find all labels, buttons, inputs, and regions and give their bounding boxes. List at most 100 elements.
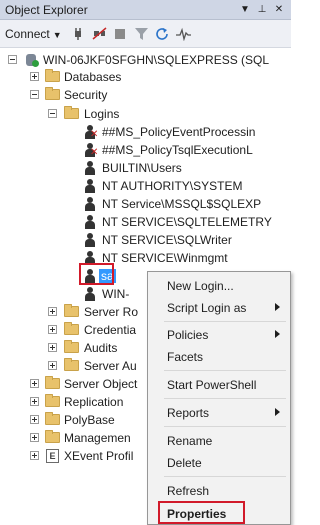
tree-node-security[interactable]: Security [0,86,291,104]
login-label: BUILTIN\Users [102,161,182,175]
expand-toggle[interactable] [30,397,39,406]
login-label: ##MS_PolicyEventProcessin [102,125,256,139]
filter-icon[interactable] [134,27,149,41]
collapse-toggle[interactable] [8,55,17,64]
login-label: NT SERVICE\SQLTELEMETRY [102,215,272,229]
tree-node-logins[interactable]: Logins [0,105,291,123]
close-icon[interactable]: ✕ [272,2,286,17]
context-menu: New Login... Script Login as Policies Fa… [147,271,291,525]
disabled-user-icon: ✕ [83,125,98,140]
menu-item-policies[interactable]: Policies [148,324,290,346]
plug-icon[interactable] [72,27,87,41]
menu-separator [164,321,286,322]
object-explorer-toolbar: Connect ▼ [0,20,291,48]
collapse-toggle[interactable] [48,109,57,118]
activity-monitor-icon[interactable] [176,27,191,41]
stop-icon[interactable] [113,27,128,41]
expand-toggle[interactable] [48,361,57,370]
group-user-icon [83,161,97,175]
tree-node-server[interactable]: WIN-06JKF0SFGHN\SQLEXPRESS (SQL [0,51,291,69]
highlight-box-sa [79,263,114,285]
submenu-arrow-icon [275,330,280,338]
folder-icon [45,376,60,389]
disconnect-icon[interactable] [92,27,107,41]
menu-separator [164,426,286,427]
node-label: Credentia [84,323,137,337]
refresh-icon[interactable] [155,27,170,41]
menu-item-script-login-as[interactable]: Script Login as [148,297,290,319]
menu-item-facets[interactable]: Facets [148,346,290,368]
menu-separator [164,476,286,477]
menu-item-new-login[interactable]: New Login... [148,275,290,297]
menu-item-refresh[interactable]: Refresh [148,480,290,502]
node-label: Managemen [64,431,131,445]
menu-item-label: Facets [167,350,204,364]
login-label: NT SERVICE\SQLWriter [102,233,232,247]
menu-item-label: Script Login as [167,301,247,315]
folder-icon [64,106,79,119]
folder-icon [45,69,60,82]
expand-toggle[interactable] [30,379,39,388]
tree-node-databases[interactable]: Databases [0,68,291,86]
folder-icon [64,322,79,335]
logins-label: Logins [84,107,120,121]
menu-item-delete[interactable]: Delete [148,452,290,474]
pin-icon[interactable]: ⊥ [255,2,269,17]
user-icon [83,197,97,211]
xevent-icon: E [46,449,59,463]
menu-item-reports[interactable]: Reports [148,402,290,424]
collapse-toggle[interactable] [30,90,39,99]
server-label: WIN-06JKF0SFGHN\SQLEXPRESS (SQL [43,53,270,67]
menu-item-rename[interactable]: Rename [148,430,290,452]
node-label: Replication [64,395,124,409]
login-item[interactable]: NT Service\MSSQL$SQLEXP [0,195,291,213]
node-label: Server Object [64,377,138,391]
menu-item-label: Reports [167,406,210,420]
submenu-arrow-icon [275,303,280,311]
menu-item-label: New Login... [167,279,234,293]
node-label: XEvent Profil [64,449,134,463]
node-label: PolyBase [64,413,115,427]
folder-icon [64,304,79,317]
login-item[interactable]: NT SERVICE\Winmgmt [0,249,291,267]
login-item[interactable]: BUILTIN\Users [0,159,291,177]
server-icon [25,53,39,67]
disabled-user-icon: ✕ [83,143,98,158]
user-icon [83,215,97,229]
expand-toggle[interactable] [30,433,39,442]
menu-item-label: Refresh [167,484,210,498]
window-position-dropdown-icon[interactable]: ▼ [238,2,252,17]
expand-toggle[interactable] [30,451,39,460]
menu-item-start-powershell[interactable]: Start PowerShell [148,374,290,396]
login-label: NT AUTHORITY\SYSTEM [102,179,243,193]
user-icon [83,233,97,247]
menu-separator [164,370,286,371]
connect-label: Connect [5,27,50,41]
connect-button[interactable]: Connect ▼ [5,27,62,41]
node-label: Audits [84,341,118,355]
login-item[interactable]: ✕ ##MS_PolicyTsqlExecutionL [0,141,291,159]
folder-icon [64,340,79,353]
login-item[interactable]: NT SERVICE\SQLWriter [0,231,291,249]
menu-item-label: Start PowerShell [167,378,257,392]
expand-toggle[interactable] [48,325,57,334]
node-label: Server Ro [84,305,139,319]
folder-icon [64,358,79,371]
login-label: NT Service\MSSQL$SQLEXP [102,197,262,211]
node-label: Server Au [84,359,137,373]
login-label: NT SERVICE\Winmgmt [102,251,228,265]
login-item[interactable]: NT SERVICE\SQLTELEMETRY [0,213,291,231]
expand-toggle[interactable] [48,343,57,352]
folder-icon [45,394,60,407]
chevron-down-icon: ▼ [52,30,62,40]
panel-title: Object Explorer [5,3,88,17]
expand-toggle[interactable] [48,307,57,316]
expand-toggle[interactable] [30,72,39,81]
object-explorer-titlebar: Object Explorer ▼ ⊥ ✕ [0,0,291,20]
folder-icon [45,87,60,100]
highlight-box-properties [158,501,245,524]
expand-toggle[interactable] [30,415,39,424]
login-item[interactable]: NT AUTHORITY\SYSTEM [0,177,291,195]
login-item[interactable]: ✕ ##MS_PolicyEventProcessin [0,123,291,141]
login-label: WIN- [102,287,130,301]
